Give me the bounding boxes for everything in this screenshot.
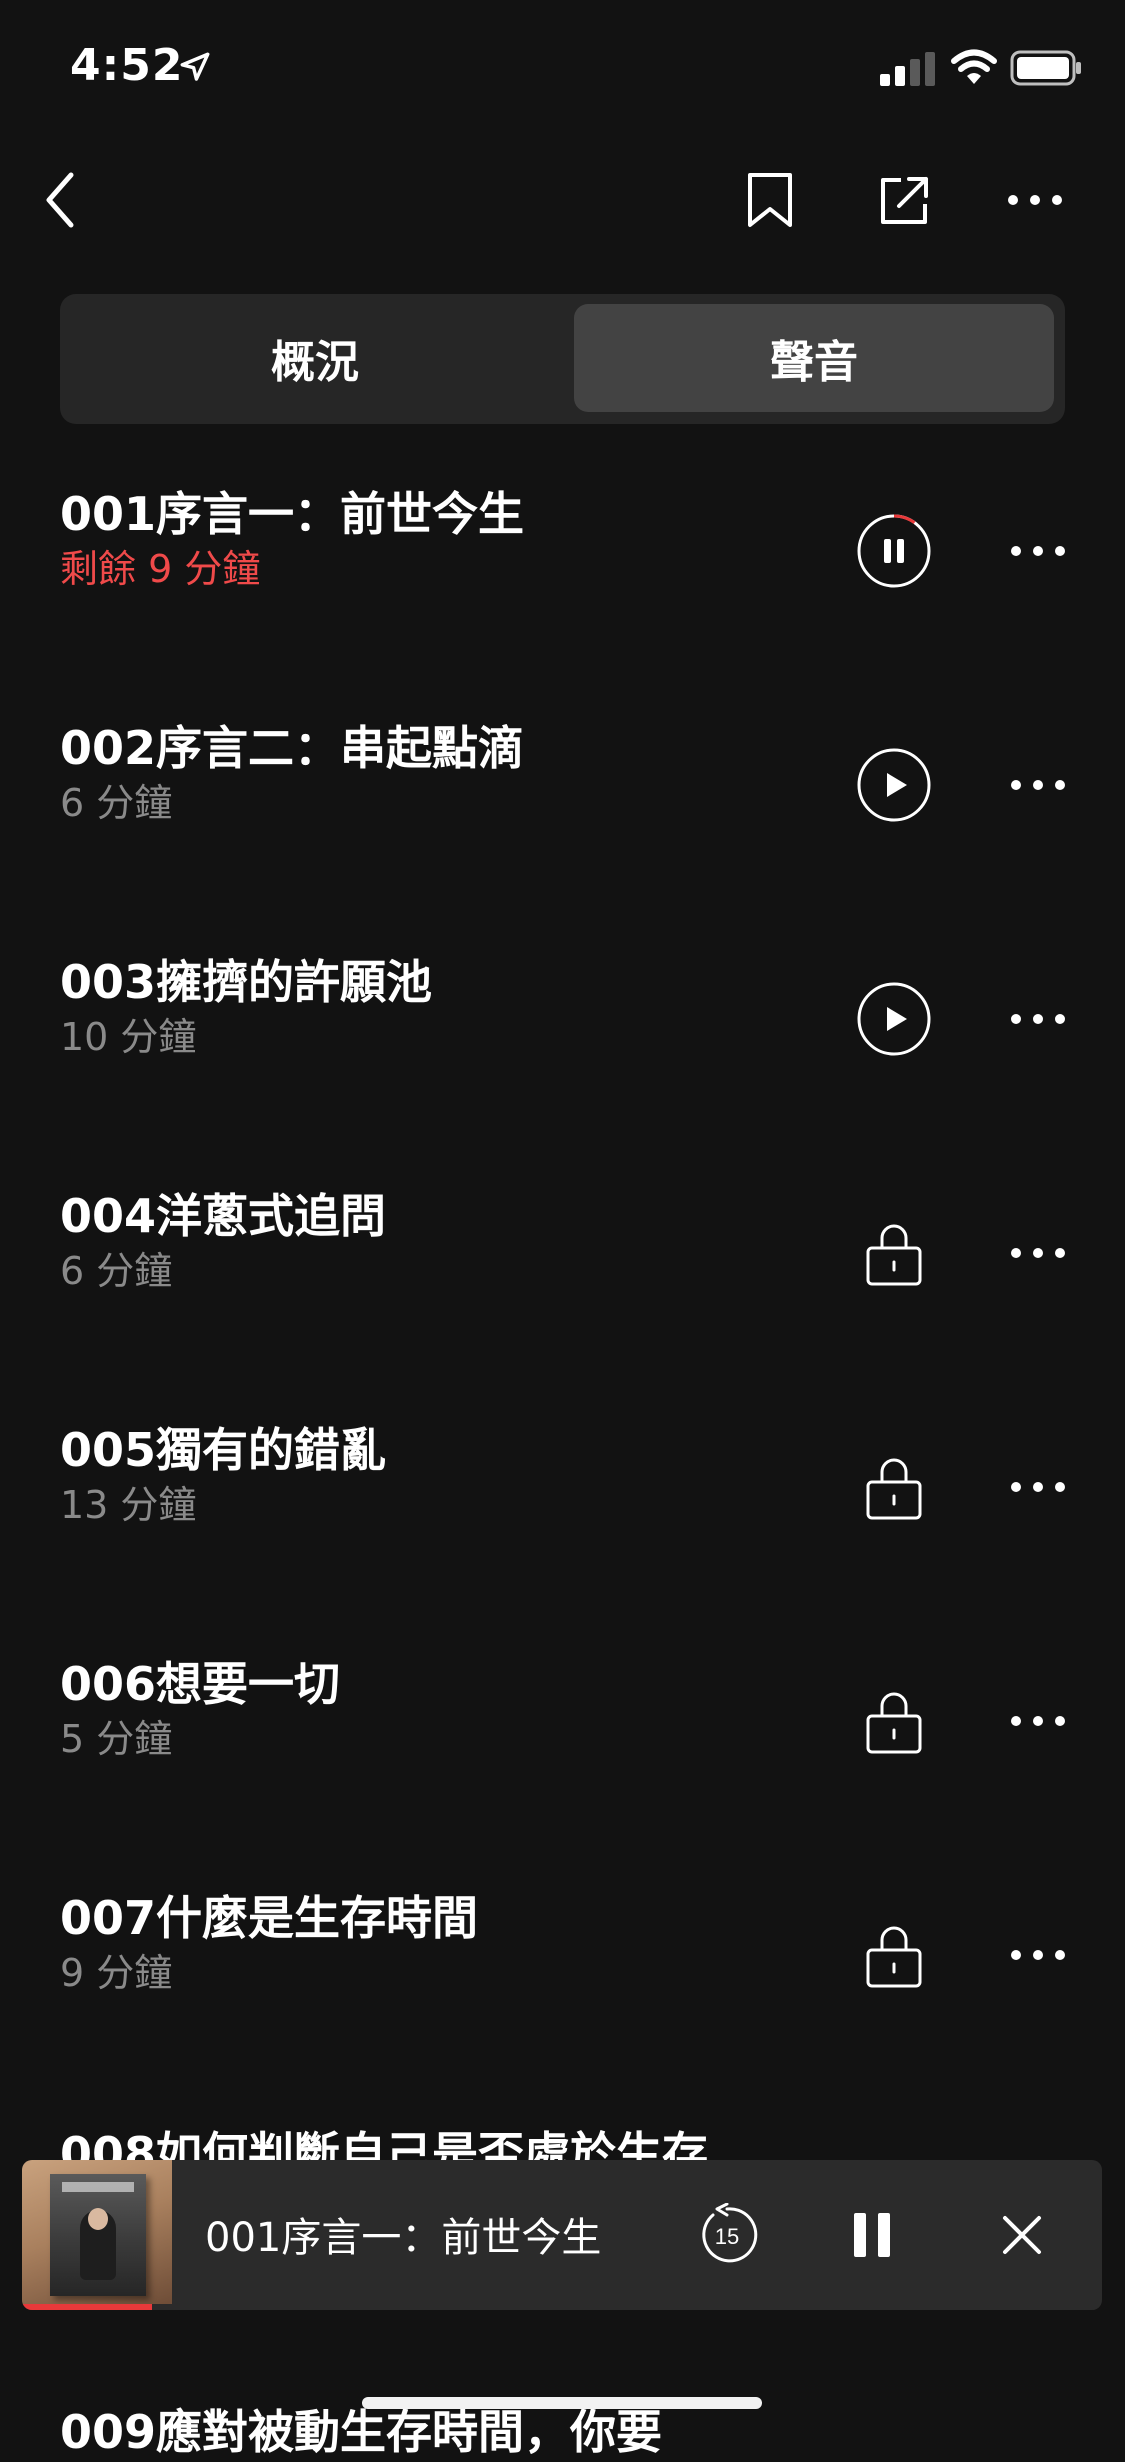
- more-dots-icon: [1011, 1716, 1065, 1726]
- episode-title: 002序言二：串起點滴: [60, 721, 525, 775]
- mini-pause-button[interactable]: [832, 2195, 912, 2275]
- share-icon: [881, 177, 928, 224]
- mini-player-title: 001序言一：前世今生: [205, 2215, 602, 2261]
- lock-icon: [866, 1692, 922, 1754]
- mini-close-button[interactable]: [982, 2195, 1062, 2275]
- locked-indicator: [855, 1916, 933, 1994]
- episode-title: 004洋蔥式追問: [60, 1189, 387, 1243]
- episode-title: 006想要一切: [60, 1657, 341, 1711]
- more-dots-icon: [1011, 780, 1065, 790]
- episode-row-006[interactable]: 006想要一切 5 分鐘: [0, 1640, 1125, 1874]
- more-dots-icon: [1011, 1482, 1065, 1492]
- episode-duration: 13 分鐘: [60, 1483, 197, 1527]
- location-arrow-icon: [180, 52, 210, 81]
- chevron-left-icon: [46, 172, 74, 228]
- episode-duration: 5 分鐘: [60, 1717, 173, 1761]
- rewind-15-button[interactable]: 15: [687, 2195, 767, 2275]
- episode-row-004[interactable]: 004洋蔥式追問 6 分鐘: [0, 1172, 1125, 1406]
- episode-duration: 10 分鐘: [60, 1015, 197, 1059]
- episode-remaining: 剩餘 9 分鐘: [60, 547, 261, 591]
- episode-duration: 9 分鐘: [60, 1951, 173, 1995]
- locked-indicator: [855, 1214, 933, 1292]
- episode-title: 007什麼是生存時間: [60, 1891, 479, 1945]
- episode-duration: 6 分鐘: [60, 781, 173, 825]
- episode-row-003[interactable]: 003擁擠的許願池 10 分鐘: [0, 938, 1125, 1172]
- book-cover-image: [22, 2160, 172, 2310]
- episode-more-button[interactable]: [1000, 980, 1076, 1058]
- episode-more-button[interactable]: [1000, 1682, 1076, 1760]
- more-dots-icon: [1011, 546, 1065, 556]
- episode-more-button[interactable]: [1000, 512, 1076, 590]
- lock-icon: [866, 1458, 922, 1520]
- rewind-seconds-label: 15: [715, 2224, 739, 2249]
- play-circle-icon: [857, 748, 931, 822]
- episode-more-button[interactable]: [1000, 1916, 1076, 1994]
- close-icon: [1003, 2216, 1041, 2254]
- back-button[interactable]: [30, 160, 90, 240]
- mini-progress-track: [22, 2304, 1102, 2310]
- tab-audio[interactable]: 聲音: [574, 304, 1054, 412]
- locked-indicator: [855, 1682, 933, 1760]
- share-button[interactable]: [865, 160, 945, 240]
- play-circle-icon: [857, 982, 931, 1056]
- home-indicator: [362, 2397, 762, 2409]
- episode-title: 003擁擠的許願池: [60, 955, 433, 1009]
- episode-title: 001序言一：前世今生: [60, 487, 525, 541]
- episode-row-001[interactable]: 001序言一：前世今生 剩餘 9 分鐘: [0, 470, 1125, 704]
- episode-more-button[interactable]: [1000, 746, 1076, 824]
- wifi-icon: [951, 49, 997, 84]
- lock-icon: [866, 1224, 922, 1286]
- episode-title: 005獨有的錯亂: [60, 1423, 387, 1477]
- episode-row-002[interactable]: 002序言二：串起點滴 6 分鐘: [0, 704, 1125, 938]
- bookmark-icon: [748, 173, 792, 227]
- episode-duration: 6 分鐘: [60, 1249, 173, 1293]
- rewind-15-icon: 15: [702, 2203, 758, 2263]
- battery-icon: [1010, 50, 1081, 86]
- more-dots-icon: [1008, 195, 1062, 205]
- episode-more-button[interactable]: [1000, 1448, 1076, 1526]
- status-time: 4:52: [70, 40, 184, 91]
- more-options-button[interactable]: [1000, 160, 1070, 240]
- more-dots-icon: [1011, 1248, 1065, 1258]
- pause-icon: [854, 2213, 890, 2257]
- play-button[interactable]: [855, 746, 933, 824]
- more-dots-icon: [1011, 1014, 1065, 1024]
- episode-more-button[interactable]: [1000, 1214, 1076, 1292]
- pause-button[interactable]: [855, 512, 933, 590]
- lock-icon: [866, 1926, 922, 1988]
- mini-progress-fill: [22, 2304, 152, 2310]
- more-dots-icon: [1011, 1950, 1065, 1960]
- bookmark-button[interactable]: [735, 160, 805, 240]
- episode-row-005[interactable]: 005獨有的錯亂 13 分鐘: [0, 1406, 1125, 1640]
- mini-player[interactable]: 001序言一：前世今生 15: [22, 2160, 1102, 2310]
- cellular-signal-icon: [880, 52, 935, 86]
- locked-indicator: [855, 1448, 933, 1526]
- play-button[interactable]: [855, 980, 933, 1058]
- pause-progress-icon: [857, 514, 931, 588]
- tab-overview[interactable]: 概況: [70, 304, 560, 412]
- episode-row-007[interactable]: 007什麼是生存時間 9 分鐘: [0, 1874, 1125, 2108]
- segmented-control: 概況 聲音: [60, 294, 1065, 424]
